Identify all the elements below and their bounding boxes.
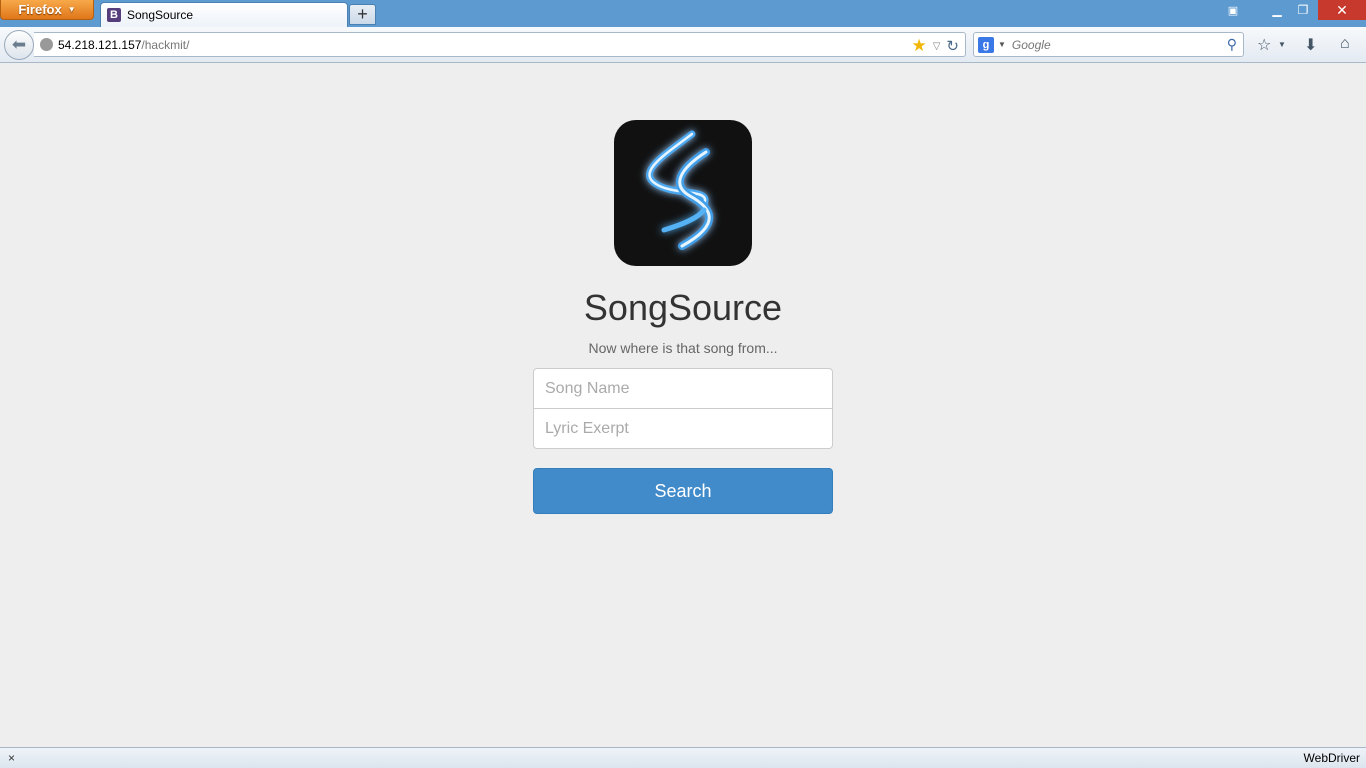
firefox-menu-button[interactable]: Firefox ▼ bbox=[0, 0, 94, 20]
title-bar: Firefox ▼ B SongSource + ▣ ▁ ❐ ✕ bbox=[0, 0, 1366, 27]
search-button[interactable]: Search bbox=[533, 468, 833, 514]
chevron-down-icon: ▼ bbox=[67, 5, 76, 14]
close-icon[interactable]: × bbox=[8, 751, 15, 765]
minimize-button[interactable]: ▁ bbox=[1264, 0, 1290, 20]
tab-songsource[interactable]: B SongSource bbox=[100, 2, 348, 27]
home-icon[interactable]: ⌂ bbox=[1340, 35, 1350, 53]
address-bar[interactable]: 54.218.121.157/hackmit/ ★ ▽ ↻ bbox=[34, 32, 966, 57]
firefox-menu-label: Firefox bbox=[18, 2, 62, 17]
back-arrow-icon[interactable]: ⬅ bbox=[4, 30, 34, 60]
status-text: WebDriver bbox=[1303, 751, 1360, 765]
url-host: 54.218.121.157 bbox=[58, 37, 142, 52]
navigation-bar: ⬅ 54.218.121.157/hackmit/ ★ ▽ ↻ g ▼ Goog… bbox=[0, 27, 1366, 63]
bookmarks-dropdown-icon[interactable]: ▼ bbox=[1278, 40, 1286, 49]
lyric-excerpt-input[interactable] bbox=[533, 408, 833, 449]
tagline: Now where is that song from... bbox=[588, 340, 778, 356]
download-icon[interactable]: ⬇ bbox=[1304, 35, 1317, 55]
tab-groups-icon[interactable]: ▣ bbox=[1222, 0, 1244, 20]
history-dropdown-icon[interactable]: ▽ bbox=[933, 41, 941, 52]
close-window-button[interactable]: ✕ bbox=[1318, 0, 1366, 20]
engine-dropdown-icon[interactable]: ▼ bbox=[998, 40, 1006, 49]
song-name-input[interactable] bbox=[533, 368, 833, 409]
search-placeholder: Google bbox=[1011, 37, 1051, 52]
bookmarks-icon[interactable]: ☆ bbox=[1257, 35, 1271, 55]
bookmark-star-icon[interactable]: ★ bbox=[911, 36, 926, 56]
restore-button[interactable]: ❐ bbox=[1290, 0, 1316, 20]
favicon-icon: B bbox=[107, 8, 121, 22]
magnifier-icon[interactable]: ⚲ bbox=[1227, 36, 1237, 53]
google-engine-icon[interactable]: g bbox=[978, 36, 994, 53]
search-bar[interactable]: g ▼ Google ⚲ bbox=[973, 32, 1244, 57]
status-bar: × WebDriver bbox=[0, 747, 1366, 768]
site-identity-icon[interactable] bbox=[40, 38, 53, 51]
page-title: SongSource bbox=[583, 287, 783, 328]
new-tab-button[interactable]: + bbox=[349, 4, 376, 25]
reload-icon[interactable]: ↻ bbox=[946, 37, 959, 55]
url-path: /hackmit/ bbox=[141, 37, 190, 52]
page-content: SongSource Now where is that song from..… bbox=[0, 63, 1366, 747]
tab-title: SongSource bbox=[127, 8, 194, 22]
songsource-logo bbox=[614, 120, 752, 266]
